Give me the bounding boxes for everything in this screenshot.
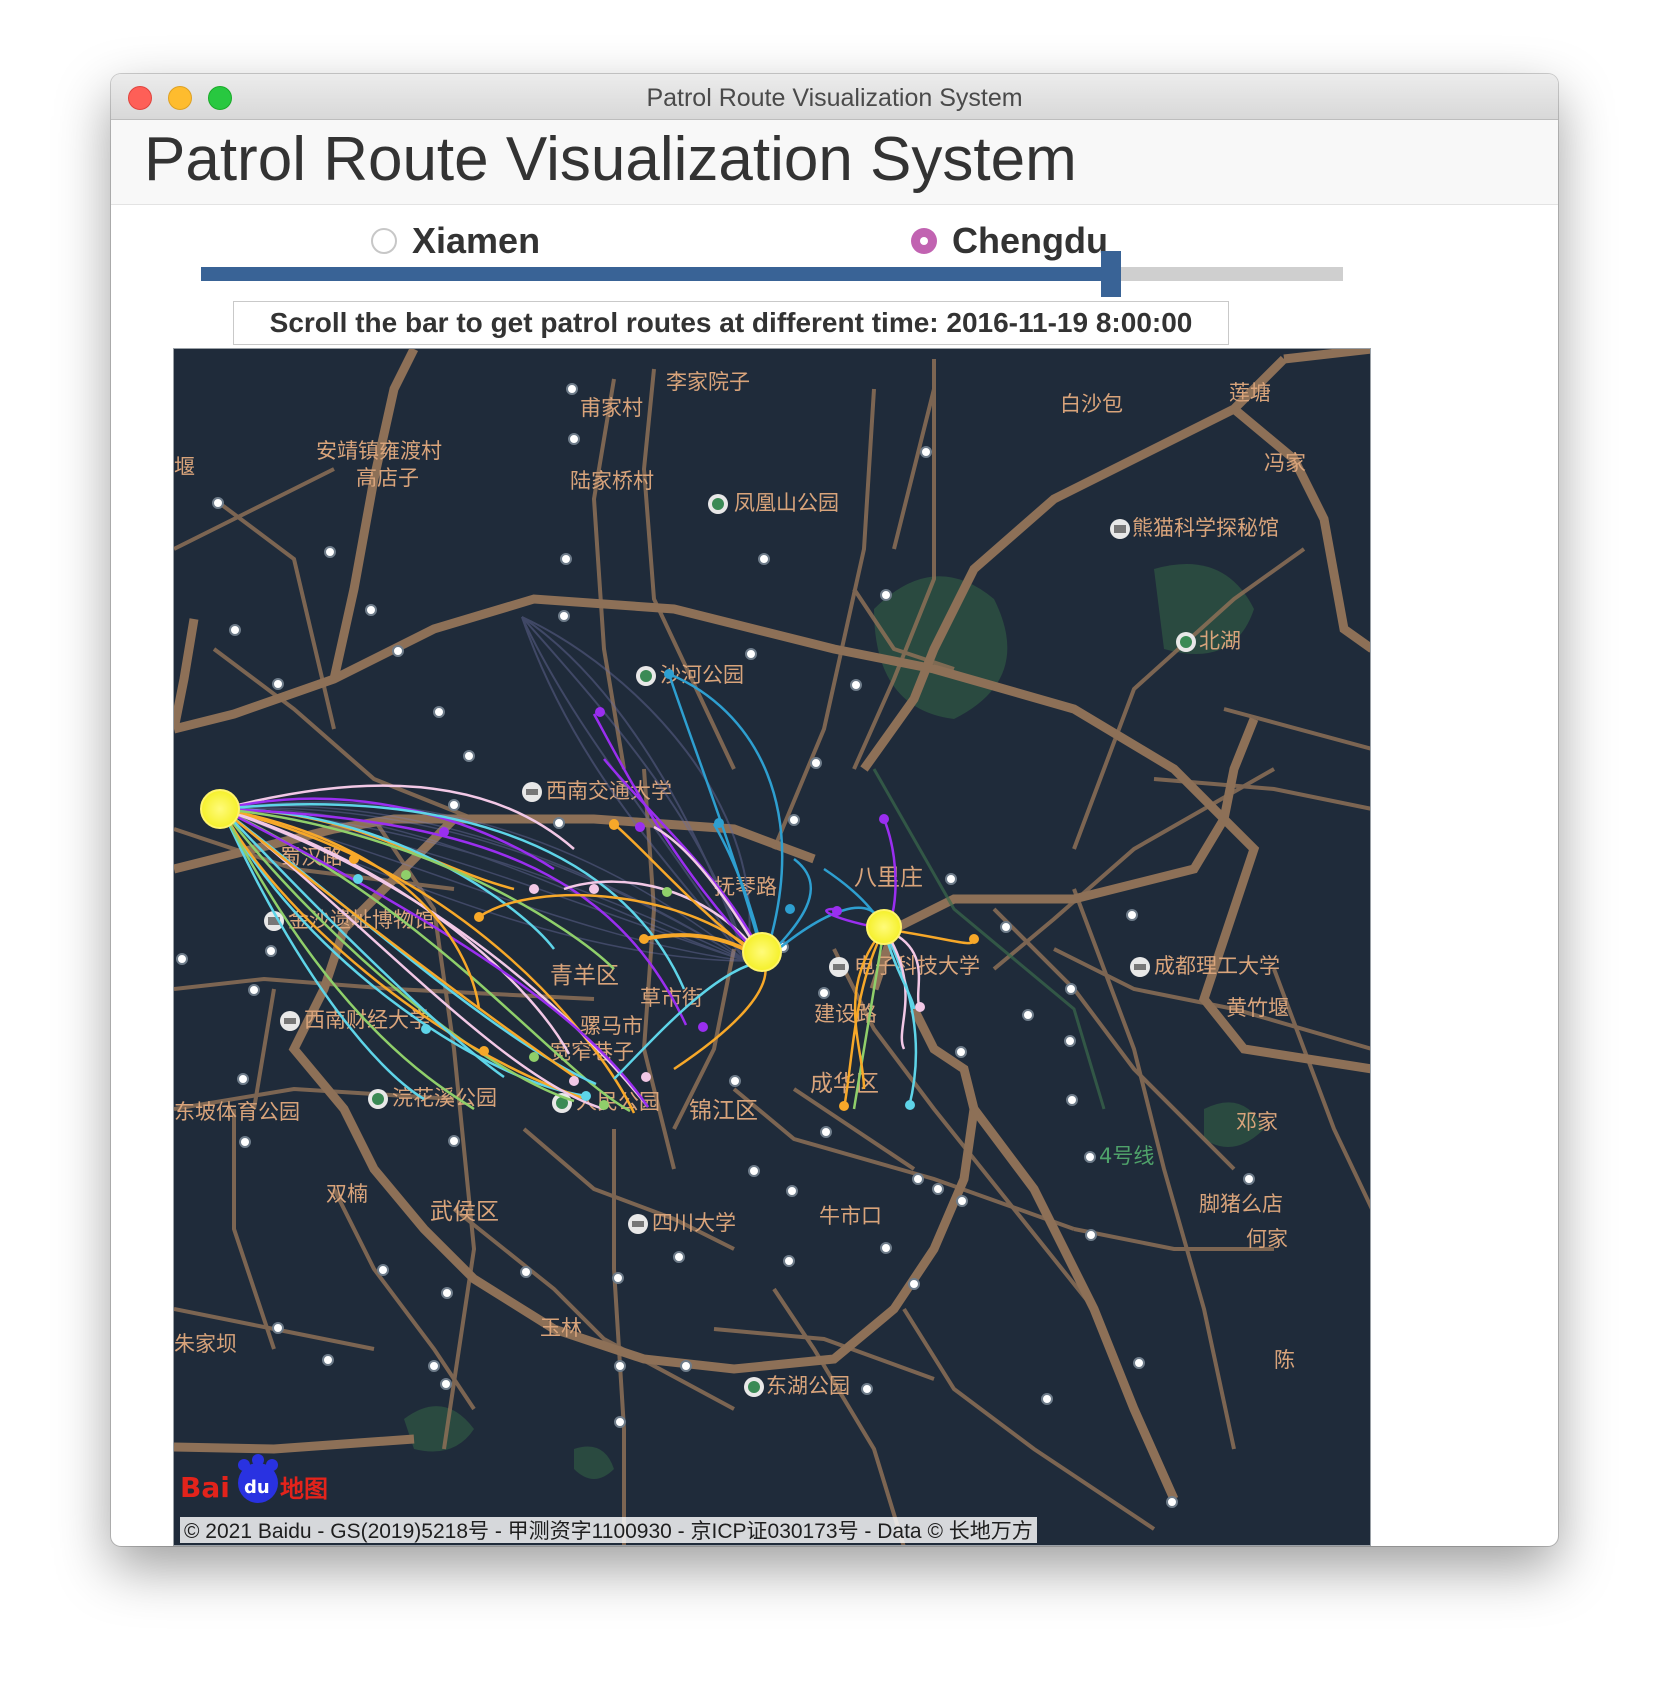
map-label: 四川大学 xyxy=(652,1211,736,1235)
map-label: 双楠 xyxy=(326,1182,368,1206)
radio-label-chengdu: Chengdu xyxy=(952,220,1108,261)
map-label: 东坡体育公园 xyxy=(174,1100,300,1124)
map-label: 李家院子 xyxy=(666,370,750,394)
map-label: 高店子 xyxy=(356,466,419,490)
radio-label-xiamen: Xiamen xyxy=(412,220,541,261)
map-label: 冯家 xyxy=(1264,451,1306,475)
school-icon xyxy=(628,1214,648,1234)
park-icon xyxy=(368,1089,388,1109)
map-label: 西南财经大学 xyxy=(304,1008,430,1032)
window-title: Patrol Route Visualization System xyxy=(646,84,1023,112)
park-icon xyxy=(636,666,656,686)
map-label: 甫家村 xyxy=(580,396,643,420)
map-label: 安靖镇雍渡村 xyxy=(316,439,442,463)
map-label: 朱家坝 xyxy=(174,1332,237,1356)
baidu-logo: Bai du 地图 xyxy=(180,1454,328,1504)
map-label: 4号线 xyxy=(1099,1144,1154,1168)
park-icon xyxy=(744,1377,764,1397)
map-label: 陈 xyxy=(1274,1348,1295,1372)
map-label: 八里庄 xyxy=(854,865,923,891)
map-label: 锦江区 xyxy=(689,1098,758,1124)
time-slider[interactable] xyxy=(201,251,1343,297)
map-label: 邓家 xyxy=(1236,1110,1278,1134)
map-label: 黄竹堰 xyxy=(1226,996,1289,1020)
map-label: 东湖公园 xyxy=(766,1374,850,1398)
map-label: 骡马市 xyxy=(580,1014,643,1038)
svg-text:Bai: Bai xyxy=(180,1471,230,1504)
park-icon xyxy=(708,494,728,514)
map-label: 武侯区 xyxy=(430,1199,499,1225)
school-icon xyxy=(522,782,542,802)
svg-text:du: du xyxy=(244,1477,270,1498)
map-label: 堰 xyxy=(174,455,195,479)
map-copyright: © 2021 Baidu - GS(2019)5218号 - 甲测资字11009… xyxy=(180,1517,1037,1543)
map-label: 白沙包 xyxy=(1060,392,1123,416)
map-label: 西南交通大学 xyxy=(546,779,672,803)
radio-option-xiamen[interactable]: Xiamen xyxy=(371,216,540,266)
school-icon xyxy=(280,1011,300,1031)
map-label: 成都理工大学 xyxy=(1154,954,1280,978)
page-header: Patrol Route Visualization System xyxy=(111,120,1558,205)
map-label: 脚猪么店 xyxy=(1199,1192,1283,1216)
map-canvas[interactable]: 李家院子 甫家村 白沙包 莲塘 安靖镇雍渡村 高店子 堰 陆家桥村 凤凰山公园 … xyxy=(174,349,1371,1546)
page-title: Patrol Route Visualization System xyxy=(144,125,1077,194)
map-view[interactable]: 李家院子 甫家村 白沙包 莲塘 安靖镇雍渡村 高店子 堰 陆家桥村 凤凰山公园 … xyxy=(173,348,1371,1546)
map-label: 陆家桥村 xyxy=(570,469,654,493)
radio-button-chengdu[interactable] xyxy=(911,228,937,254)
map-label: 牛市口 xyxy=(819,1204,882,1228)
map-label: 玉林 xyxy=(540,1316,582,1340)
time-slider-handle[interactable] xyxy=(1101,251,1122,297)
map-label: 北湖 xyxy=(1199,629,1241,653)
time-slider-fill xyxy=(201,267,1104,281)
time-label: Scroll the bar to get patrol routes at d… xyxy=(233,301,1229,345)
map-label: 熊猫科学探秘馆 xyxy=(1132,516,1279,540)
map-label: 凤凰山公园 xyxy=(734,491,839,515)
school-icon xyxy=(1130,957,1150,977)
radio-option-chengdu[interactable]: Chengdu xyxy=(911,216,1108,266)
svg-text:地图: 地图 xyxy=(280,1475,328,1503)
map-label: 青羊区 xyxy=(550,963,619,989)
school-icon xyxy=(829,957,849,977)
museum-icon xyxy=(1110,519,1130,539)
metro-line xyxy=(872,768,1106,1110)
map-label: 莲塘 xyxy=(1229,381,1271,405)
radio-button-xiamen[interactable] xyxy=(371,228,397,254)
title-bar: Patrol Route Visualization System xyxy=(111,74,1558,120)
map-label: 何家 xyxy=(1246,1227,1288,1251)
map-label: 成华区 xyxy=(810,1071,879,1097)
app-window: Patrol Route Visualization System Patrol… xyxy=(111,74,1558,1546)
park-icon xyxy=(1176,632,1196,652)
